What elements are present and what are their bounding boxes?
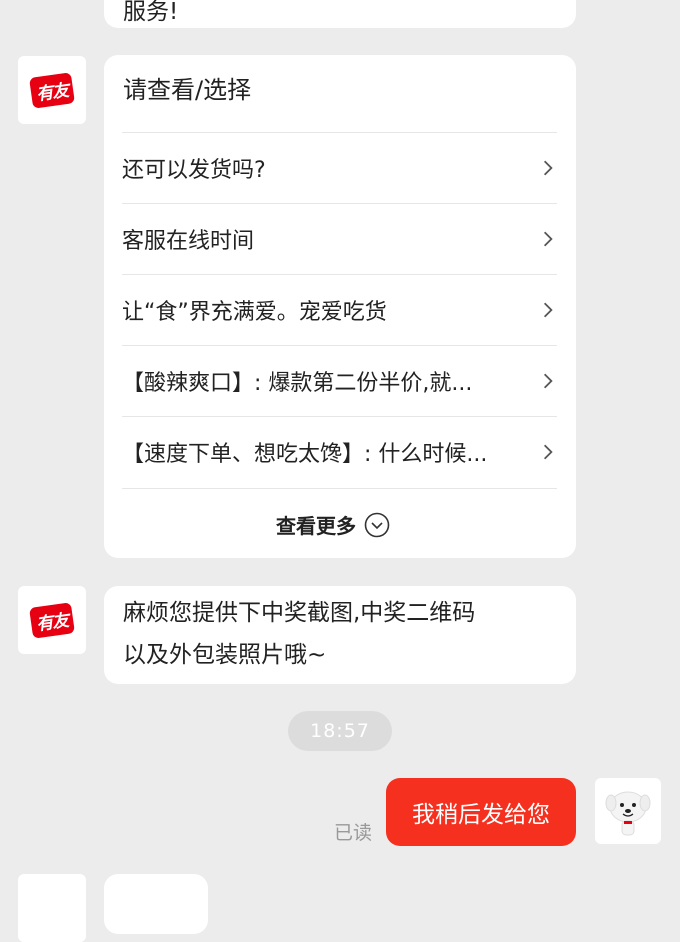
- menu-item-label: 让“食”界充满爱。宠爱吃货: [122, 300, 387, 325]
- chevron-right-icon: [543, 373, 553, 389]
- menu-item[interactable]: 【速度下单、想吃太馋】: 什么时候...: [122, 417, 557, 487]
- menu-item-label: 【速度下单、想吃太馋】: 什么时候...: [122, 442, 488, 467]
- chevron-right-icon: [543, 444, 553, 460]
- menu-item-label: 还可以发货吗?: [122, 158, 266, 183]
- menu-item-label: 客服在线时间: [122, 229, 255, 254]
- previous-message-bubble: 服务!: [104, 0, 576, 28]
- shop-logo: 有友: [24, 71, 80, 109]
- shop-avatar-partial: [18, 874, 86, 942]
- shop-avatar[interactable]: 有友: [18, 56, 86, 124]
- menu-item[interactable]: 还可以发货吗?: [122, 133, 557, 203]
- shop-logo-text: 有友: [29, 601, 75, 639]
- chevron-right-icon: [543, 160, 553, 176]
- shop-avatar[interactable]: 有友: [18, 586, 86, 654]
- user-message-bubble[interactable]: 我稍后发给您: [386, 778, 576, 846]
- divider: [122, 488, 557, 489]
- timestamp-pill: 18:57: [288, 711, 392, 751]
- user-message-text: 我稍后发给您: [412, 802, 550, 828]
- menu-card-title: 请查看/选择: [123, 76, 252, 104]
- agent-message-line-2: 以及外包装照片哦~: [123, 642, 327, 668]
- chevron-right-icon: [543, 231, 553, 247]
- read-status: 已读: [334, 822, 373, 844]
- chevron-right-icon: [543, 302, 553, 318]
- next-message-bubble-partial: [104, 874, 208, 934]
- user-avatar[interactable]: [595, 778, 661, 844]
- shop-logo-text: 有友: [29, 71, 75, 109]
- see-more-label: 查看更多: [276, 514, 356, 538]
- agent-message-line-1: 麻烦您提供下中奖截图,中奖二维码: [123, 600, 476, 626]
- menu-item[interactable]: 【酸辣爽口】: 爆款第二份半价,就...: [122, 346, 557, 416]
- shop-logo: 有友: [24, 601, 80, 639]
- menu-item[interactable]: 客服在线时间: [122, 204, 557, 274]
- chevron-down-circle-icon: [364, 512, 390, 537]
- previous-message-text: 服务!: [123, 0, 179, 25]
- user-avatar-dog-icon: [605, 791, 651, 836]
- see-more-button[interactable]: 查看更多: [276, 510, 390, 539]
- menu-item-label: 【酸辣爽口】: 爆款第二份半价,就...: [122, 371, 473, 396]
- menu-item[interactable]: 让“食”界充满爱。宠爱吃货: [122, 275, 557, 345]
